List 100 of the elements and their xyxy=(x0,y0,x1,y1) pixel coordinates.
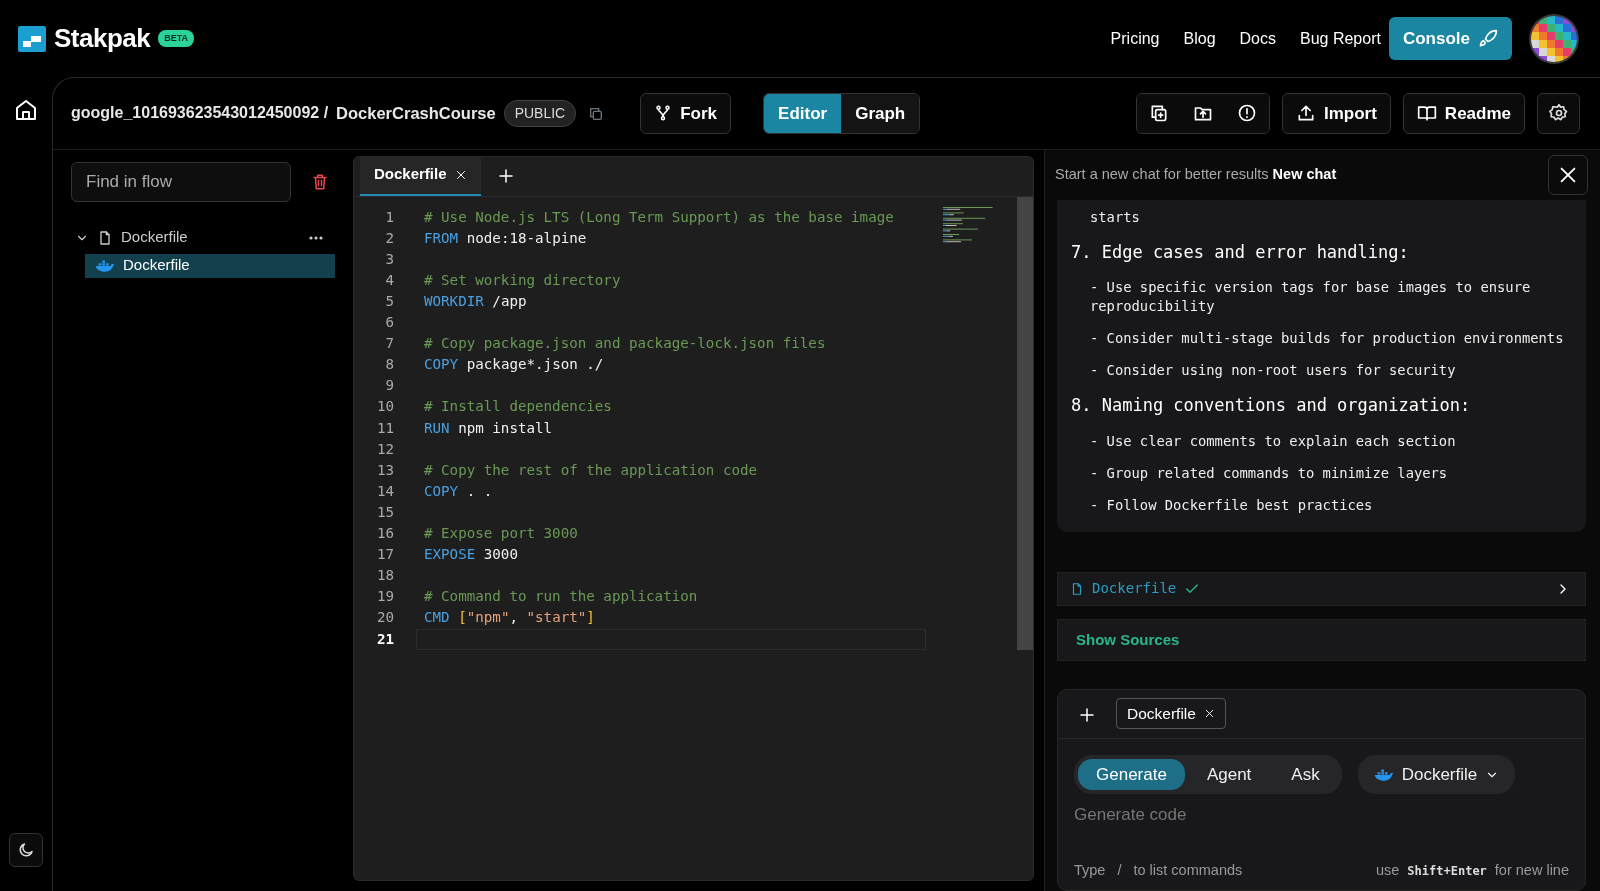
message-item: - Consider multi-stage builds for production environments xyxy=(1090,329,1565,349)
line-number: 8 xyxy=(384,355,395,375)
avatar-icon xyxy=(1528,12,1580,65)
code-line: # Expose port 3000 xyxy=(423,524,579,544)
trash-icon xyxy=(311,173,329,192)
line-number: 19 xyxy=(375,587,395,607)
moon-icon xyxy=(17,841,35,859)
message-heading: 7. Edge cases and error handling: xyxy=(1071,240,1410,264)
view-tab[interactable]: Graph xyxy=(841,93,920,133)
file-icon xyxy=(1070,581,1084,596)
line-number: 3 xyxy=(384,249,395,269)
readme-button[interactable]: Readme xyxy=(1402,92,1525,134)
line-number: 1 xyxy=(384,207,395,227)
show-sources-button[interactable]: Show Sources xyxy=(1057,619,1586,661)
line-number: 21 xyxy=(375,629,395,649)
tree-item[interactable]: Dockerfile xyxy=(71,225,335,250)
owner-path: google_101693623543012450092 / xyxy=(71,103,329,124)
code-line: # Install dependencies xyxy=(423,397,613,417)
slash-key: / xyxy=(1117,860,1122,882)
line-number: 15 xyxy=(375,502,395,522)
scrollbar[interactable] xyxy=(1017,196,1033,650)
new-chat-link[interactable]: New chat xyxy=(1272,165,1337,182)
beta-badge: BETA xyxy=(158,29,195,48)
nav-link[interactable]: Bug Report xyxy=(1300,26,1381,51)
rocket-icon xyxy=(1478,28,1498,49)
fork-button[interactable]: Fork xyxy=(640,92,732,134)
tree-item[interactable]: Dockerfile xyxy=(85,253,335,278)
line-number: 11 xyxy=(375,418,395,438)
project-name: DockerCrashCourse xyxy=(336,103,496,125)
plus-icon xyxy=(496,167,515,186)
mode-tab[interactable]: Agent xyxy=(1188,758,1270,791)
logo-icon xyxy=(18,25,46,52)
mode-tab[interactable]: Ask xyxy=(1273,758,1338,791)
nav-link[interactable]: Pricing xyxy=(1110,26,1160,51)
file-tab[interactable]: Dockerfile xyxy=(360,155,481,196)
code-line: # Command to run the application xyxy=(423,587,699,607)
code-line: RUN npm install xyxy=(423,418,554,438)
line-number: 5 xyxy=(384,292,395,311)
line-number: 9 xyxy=(384,376,395,396)
file-select[interactable]: Dockerfile xyxy=(1357,754,1516,795)
message-item: - Follow Dockerfile best practices xyxy=(1090,495,1374,515)
line-number: 7 xyxy=(384,334,395,354)
brand-name: Stakpak xyxy=(54,22,151,56)
message-item: starts xyxy=(1090,207,1141,227)
code-line: # Copy the rest of the application code xyxy=(423,460,759,480)
import-button[interactable]: Import xyxy=(1281,92,1391,134)
hint-text: to list commands xyxy=(1133,861,1243,881)
line-number: 20 xyxy=(375,608,395,628)
console-button[interactable]: Console xyxy=(1388,16,1512,61)
hint-text: use xyxy=(1375,861,1400,881)
settings-button[interactable] xyxy=(1537,92,1580,134)
code-line: # Set working directory xyxy=(423,270,622,290)
more-icon xyxy=(309,235,323,240)
nav-link[interactable]: Docs xyxy=(1239,26,1276,51)
alert-icon xyxy=(1236,103,1257,124)
close-icon xyxy=(1203,708,1215,720)
code-line: EXPOSE 3000 xyxy=(423,545,519,565)
copy-icon xyxy=(588,106,605,123)
message-item: - Consider using non-root users for security xyxy=(1090,361,1457,381)
file-card[interactable]: Dockerfile xyxy=(1057,571,1586,606)
fork-icon xyxy=(654,104,673,123)
line-number: 14 xyxy=(375,481,395,501)
chat-notice: Start a new chat for better results New chat xyxy=(1055,164,1337,184)
line-number: 12 xyxy=(375,439,395,459)
code-line: FROM node:18-alpine xyxy=(423,228,588,248)
code-line: # Use Node.js LTS (Long Term Support) as the base image xyxy=(423,207,895,227)
line-number: 2 xyxy=(384,228,395,248)
nav-link[interactable]: Blog xyxy=(1183,26,1216,51)
hint-text: Type xyxy=(1074,861,1106,881)
line-number: 6 xyxy=(384,313,395,333)
whale-icon xyxy=(1373,767,1394,782)
prompt-field[interactable]: Generate code xyxy=(1074,802,1574,854)
close-icon xyxy=(454,168,467,181)
line-number: 10 xyxy=(375,397,395,417)
shortcut-key: Shift+Enter xyxy=(1407,862,1487,881)
message-item: - Use clear comments to explain each section xyxy=(1090,431,1457,451)
whale-icon xyxy=(95,258,115,273)
file-icon xyxy=(97,229,113,246)
theme-toggle[interactable] xyxy=(9,833,43,867)
home-icon xyxy=(14,98,38,123)
mode-tab[interactable]: Generate xyxy=(1078,758,1185,791)
code-line: COPY . . xyxy=(423,481,494,501)
code-line: WORKDIR /app xyxy=(423,292,528,311)
code-line: # Copy package.json and package-lock.json files xyxy=(423,334,827,354)
view-tab[interactable]: Editor xyxy=(764,93,842,133)
message-item: - Use specific version tags for base images to ensure reproducibility xyxy=(1090,278,1532,317)
message-item: - Group related commands to minimize layers xyxy=(1090,463,1449,483)
line-number: 4 xyxy=(384,270,395,290)
context-chip[interactable]: Dockerfile xyxy=(1116,698,1226,730)
search-field[interactable]: Find in flow xyxy=(71,161,291,202)
line-number: 16 xyxy=(375,524,395,544)
visibility-badge: PUBLIC xyxy=(503,99,577,127)
line-number: 18 xyxy=(375,566,395,586)
hint-text: for new line xyxy=(1494,861,1569,881)
close-button[interactable] xyxy=(1548,154,1588,195)
code-line: COPY package*.json ./ xyxy=(423,355,605,375)
plus-icon xyxy=(1078,705,1096,724)
code-line: CMD ["npm", "start"] xyxy=(423,608,596,628)
line-number: 17 xyxy=(375,545,395,565)
message-heading: 8. Naming conventions and organization: xyxy=(1071,394,1472,418)
